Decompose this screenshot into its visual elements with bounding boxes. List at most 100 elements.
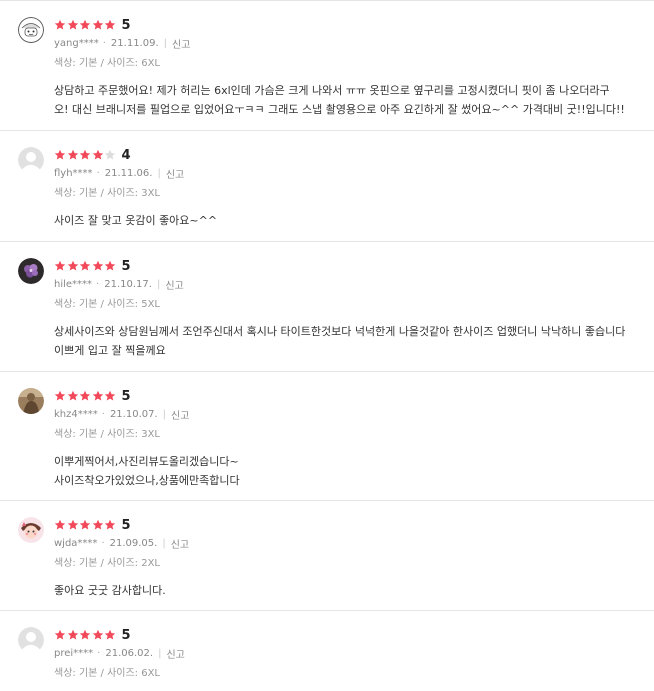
reviewer-id: prei**** <box>54 648 94 659</box>
review-text: 이뿌게찍어서,사진리뷰도올리겠습니다~ 사이즈착오가있었으나,상품에만족합니다 <box>54 455 240 487</box>
report-link[interactable]: 신고 <box>165 277 183 292</box>
purchase-option: 색상: 기본 / 사이즈: 3XL <box>54 429 161 440</box>
avatar <box>18 388 44 414</box>
star-icon <box>79 149 91 160</box>
star-rating <box>54 629 117 641</box>
star-icon <box>67 260 78 271</box>
rating-line: 5 <box>54 516 131 534</box>
rating-line: 5 <box>54 626 131 644</box>
avatar <box>18 147 44 173</box>
avatar <box>18 627 44 653</box>
review-date: 21.10.07. <box>109 409 158 420</box>
star-icon <box>54 519 66 530</box>
report-link[interactable]: 신고 <box>171 407 189 422</box>
star-icon <box>54 260 66 271</box>
review-item: 5 khz4**** · 21.10.07. | 신고색상: 기본 / 사이즈: 3XL 이… <box>0 372 654 501</box>
review-item: 5 wjda**** · 21.09.05. | 신고 색상: 기본 / 사이즈: 2XL 좋… <box>0 501 654 611</box>
review-item: 5 prei**** · 21.06.02. | 신고색상: 기본 / 사이즈: 6XL <box>0 611 654 691</box>
report-link[interactable]: 신고 <box>166 166 184 181</box>
meta-divider: | <box>162 538 166 549</box>
avatar <box>18 258 44 284</box>
review-text: 상담하고 주문했어요! 제가 허리는 6xl인데 가슴은 크게 나와서 ㅠㅠ 옷… <box>54 84 625 116</box>
star-icon <box>79 519 91 530</box>
star-icon <box>67 629 78 640</box>
star-rating <box>54 149 117 161</box>
star-icon <box>92 390 103 401</box>
purchase-option: 색상: 기본 / 사이즈: 6XL <box>54 58 161 69</box>
brown-photo-avatar <box>18 388 44 414</box>
reviewer-id: hile**** <box>54 279 93 290</box>
reviewer-id: flyh**** <box>54 168 93 179</box>
purchase-option: 색상: 기본 / 사이즈: 2XL <box>54 558 161 569</box>
purchase-option: 색상: 기본 / 사이즈: 6XL <box>54 668 161 679</box>
rating-score: 5 <box>121 258 131 274</box>
star-icon <box>104 629 116 640</box>
star-icon <box>92 519 103 530</box>
star-icon <box>54 629 66 640</box>
review-meta: flyh**** · 21.11.06. | 신고 <box>54 166 184 181</box>
report-link[interactable]: 신고 <box>171 536 189 551</box>
star-icon <box>67 519 78 530</box>
meta-dot: · <box>97 648 101 659</box>
meta-dot: · <box>96 168 100 179</box>
avatar <box>18 17 44 43</box>
report-link[interactable]: 신고 <box>172 36 190 51</box>
star-rating <box>54 260 117 272</box>
star-icon <box>104 19 116 30</box>
rating-score: 5 <box>121 388 131 404</box>
meta-dot: · <box>96 279 100 290</box>
rating-line: 5 <box>54 257 131 275</box>
star-icon <box>92 149 103 160</box>
avatar <box>18 517 44 543</box>
meta-divider: | <box>163 38 168 49</box>
rating-score: 4 <box>121 147 131 163</box>
review-date: 21.06.02. <box>105 648 154 659</box>
star-icon <box>54 390 66 401</box>
default-user-avatar <box>18 147 44 173</box>
meta-divider: | <box>156 279 161 290</box>
review-date: 21.10.17. <box>104 279 152 290</box>
purple-flower-avatar <box>18 258 44 284</box>
star-icon <box>67 149 78 160</box>
review-item: 4 flyh**** · 21.11.06. | 신고 색상: 기본 / 사이즈: 3XL 사… <box>0 131 654 242</box>
rating-line: 5 <box>54 387 131 405</box>
meta-dot: · <box>101 409 105 420</box>
rating-score: 5 <box>121 627 131 643</box>
meta-divider: | <box>157 168 161 179</box>
star-icon <box>79 19 91 30</box>
review-date: 21.11.06. <box>104 168 153 179</box>
star-icon <box>79 390 91 401</box>
purchase-option: 색상: 기본 / 사이즈: 3XL <box>54 188 161 199</box>
star-icon <box>104 149 116 160</box>
star-icon <box>104 519 116 530</box>
meta-divider: | <box>162 409 167 420</box>
meta-divider: | <box>158 648 162 659</box>
review-meta: yang**** · 21.11.09. | 신고 <box>54 36 190 51</box>
review-text: 상세사이즈와 상담원님께서 조언주신대서 혹시나 타이트한것보다 넉넉한게 나을… <box>54 325 626 357</box>
review-item: 5 hile**** · 21.10.17. | 신고색상: 기본 / 사이즈: 5XL 상… <box>0 242 654 372</box>
star-icon <box>67 19 78 30</box>
reviewer-id: khz4**** <box>54 409 98 420</box>
review-meta: prei**** · 21.06.02. | 신고 <box>54 646 185 661</box>
review-item: 5 yang**** · 21.11.09. | 신고 색상: 기본 / 사이즈: 6XL 상… <box>0 1 654 131</box>
star-icon <box>79 260 91 271</box>
review-meta: wjda**** · 21.09.05. | 신고 <box>54 536 189 551</box>
star-rating <box>54 519 117 531</box>
star-icon <box>92 260 103 271</box>
rating-line: 4 <box>54 146 131 164</box>
purchase-option: 색상: 기본 / 사이즈: 5XL <box>54 299 161 310</box>
reviewer-id: wjda**** <box>54 538 98 549</box>
rating-line: 5 <box>54 16 131 34</box>
report-link[interactable]: 신고 <box>166 646 184 661</box>
review-meta: khz4**** · 21.10.07. | 신고 <box>54 407 189 422</box>
review-text: 좋아요 굿굿 감사합니다. <box>54 584 166 597</box>
meta-dot: · <box>101 538 105 549</box>
star-icon <box>54 19 66 30</box>
star-icon <box>79 629 91 640</box>
pink-character-avatar <box>18 517 44 543</box>
review-date: 21.11.09. <box>110 38 159 49</box>
star-icon <box>54 149 66 160</box>
review-meta: hile**** · 21.10.17. | 신고 <box>54 277 184 292</box>
star-icon <box>67 390 78 401</box>
reviewer-id: yang**** <box>54 38 99 49</box>
